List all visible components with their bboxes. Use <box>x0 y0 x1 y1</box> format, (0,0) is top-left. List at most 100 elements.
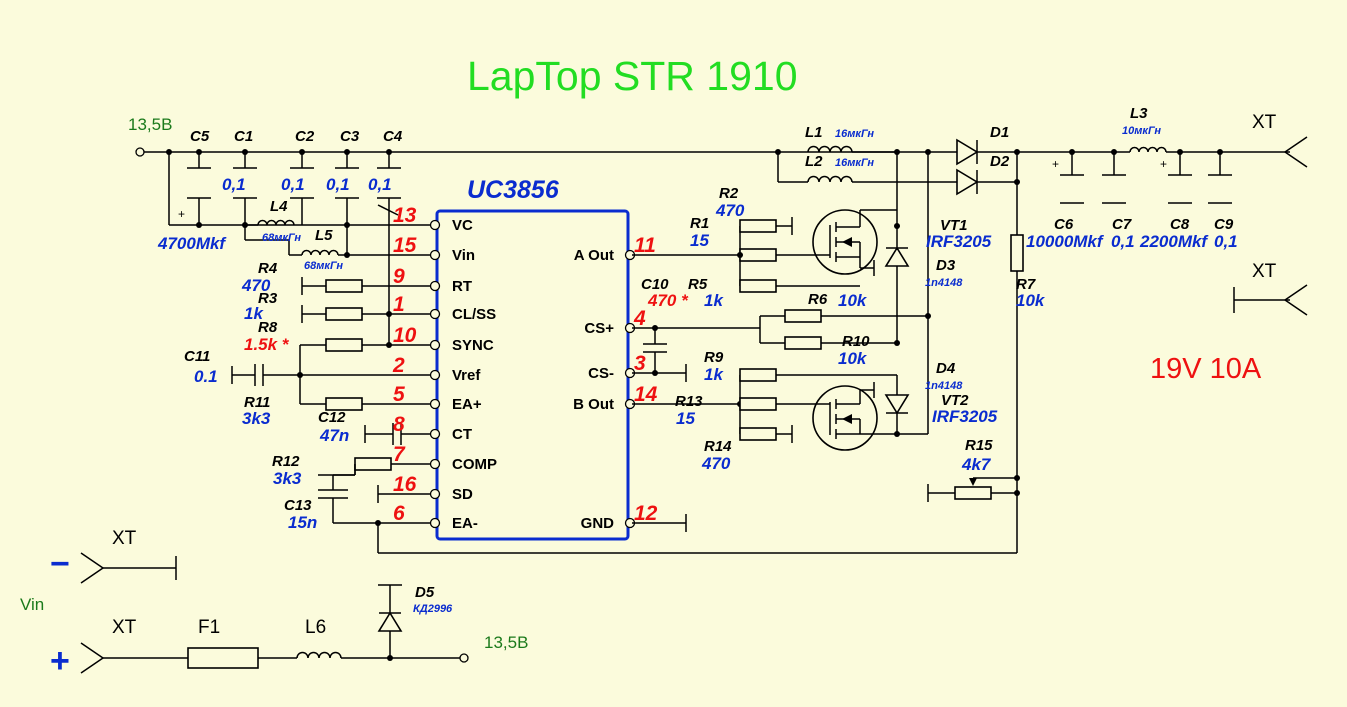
ic-pin-15 <box>429 249 441 261</box>
label-r9: R9 <box>704 349 724 366</box>
pin-label-2: Vref <box>452 367 481 384</box>
value-c2: 0,1 <box>281 175 305 194</box>
xt-out-minus: XT <box>1252 261 1277 282</box>
ic-pin-16 <box>429 488 441 500</box>
value-r5: 1k <box>704 291 724 310</box>
label-l5: L5 <box>315 227 333 244</box>
label-c3: C3 <box>340 128 360 145</box>
label-r4: R4 <box>258 260 278 277</box>
label-c9: C9 <box>1214 216 1234 233</box>
label-c8: C8 <box>1170 216 1190 233</box>
rail-label-top: 13,5В <box>128 115 172 134</box>
pin-label-7: COMP <box>452 456 497 473</box>
ic-uc3856: UC3856 13 VC 15 Vin 9 RT 1 CL/SS 10 SYNC 2 Vref 5 EA+… <box>392 176 658 541</box>
value-r8: 1.5k * <box>244 335 290 354</box>
label-c13: C13 <box>284 497 312 514</box>
value-c6: 10000Mkf <box>1026 232 1105 251</box>
ic-pin-1 <box>429 308 441 320</box>
value-r6: 10k <box>838 291 868 310</box>
rail-label-bottom: 13,5В <box>484 633 528 652</box>
label-l1: L1 <box>805 124 823 141</box>
label-c7: C7 <box>1112 216 1132 233</box>
pin-label-4: CS+ <box>584 320 614 337</box>
label-r8: R8 <box>258 319 278 336</box>
value-l4: 68мкГн <box>262 232 301 244</box>
value-l5: 68мкГн <box>304 260 343 272</box>
label-d3: D3 <box>936 257 956 274</box>
label-c6: C6 <box>1054 216 1074 233</box>
value-r1: 15 <box>690 231 709 250</box>
value-r7: 10k <box>1016 291 1046 310</box>
pin-label-1: CL/SS <box>452 306 496 323</box>
ic-pin-9 <box>429 280 441 292</box>
label-r14: R14 <box>704 438 732 455</box>
pin-number-12: 12 <box>634 502 658 525</box>
value-c11: 0.1 <box>194 367 218 386</box>
label-r10: R10 <box>842 333 870 350</box>
value-c7: 0,1 <box>1111 232 1135 251</box>
value-r12: 3k3 <box>273 469 302 488</box>
value-vt1: IRF3205 <box>926 232 992 251</box>
pin-number-15: 15 <box>393 234 417 257</box>
minus-sign: − <box>50 545 70 583</box>
schematic-canvas: LapTop STR 1910 19V 10A 13,5В + UC3856 1… <box>20 53 1308 680</box>
value-l3: 10мкГн <box>1122 125 1161 137</box>
pin-label-10: SYNC <box>452 337 494 354</box>
ic-pin-2 <box>429 369 441 381</box>
gate-drive-a <box>632 209 897 293</box>
pin-number-5: 5 <box>393 383 405 406</box>
svg-text:+: + <box>1052 157 1059 171</box>
label-l2: L2 <box>805 153 823 170</box>
plus-sign: + <box>50 642 70 680</box>
label-r15: R15 <box>965 437 993 454</box>
ic-pin-13 <box>429 219 441 231</box>
value-c3: 0,1 <box>326 175 350 194</box>
value-c9: 0,1 <box>1214 232 1238 251</box>
value-d5: КД2996 <box>413 603 453 615</box>
pin-number-11: 11 <box>634 234 656 257</box>
label-r13: R13 <box>675 393 703 410</box>
label-d5: D5 <box>415 584 435 601</box>
pin-label-16: SD <box>452 486 473 503</box>
svg-text:+: + <box>178 207 185 221</box>
pin-label-3: CS- <box>588 365 614 382</box>
ic-pin-6 <box>429 517 441 529</box>
label-d4: D4 <box>936 360 956 377</box>
pin-number-7: 7 <box>393 443 406 466</box>
value-l2: 16мкГн <box>835 157 874 169</box>
label-d1: D1 <box>990 124 1009 141</box>
label-c1: C1 <box>234 128 253 145</box>
value-c1: 0,1 <box>222 175 246 194</box>
value-c13: 15n <box>288 513 317 532</box>
ic-pin-5 <box>429 398 441 410</box>
pin-label-11: A Out <box>574 247 614 264</box>
value-d4: 1n4148 <box>925 380 963 392</box>
svg-text:+: + <box>1160 157 1167 171</box>
value-c8: 2200Mkf <box>1139 232 1209 251</box>
value-c12: 47n <box>319 426 349 445</box>
input-section <box>80 552 469 674</box>
label-d2: D2 <box>990 153 1010 170</box>
value-r2: 470 <box>715 201 745 220</box>
value-vt2: IRF3205 <box>932 407 998 426</box>
vin-label: Vin <box>20 595 44 614</box>
ic-pin-7 <box>429 458 441 470</box>
label-c12: C12 <box>318 409 346 426</box>
pin-number-16: 16 <box>393 473 417 496</box>
label-r1: R1 <box>690 215 709 232</box>
output-inductors <box>777 145 957 437</box>
pin-number-2: 2 <box>392 354 405 377</box>
pin-number-13: 13 <box>393 204 417 227</box>
title: LapTop STR 1910 <box>467 53 798 99</box>
value-l1: 16мкГн <box>835 128 874 140</box>
value-c10: 470 * <box>647 291 689 310</box>
pin-number-8: 8 <box>393 413 405 436</box>
value-r15: 4k7 <box>961 455 992 474</box>
label-f1: F1 <box>198 617 220 638</box>
pin-label-9: RT <box>452 278 472 295</box>
xt-in-minus: XT <box>112 528 137 549</box>
pin-label-12: GND <box>581 515 615 532</box>
pin-number-6: 6 <box>393 502 405 525</box>
value-r13: 15 <box>676 409 695 428</box>
value-r11: 3k3 <box>242 409 271 428</box>
